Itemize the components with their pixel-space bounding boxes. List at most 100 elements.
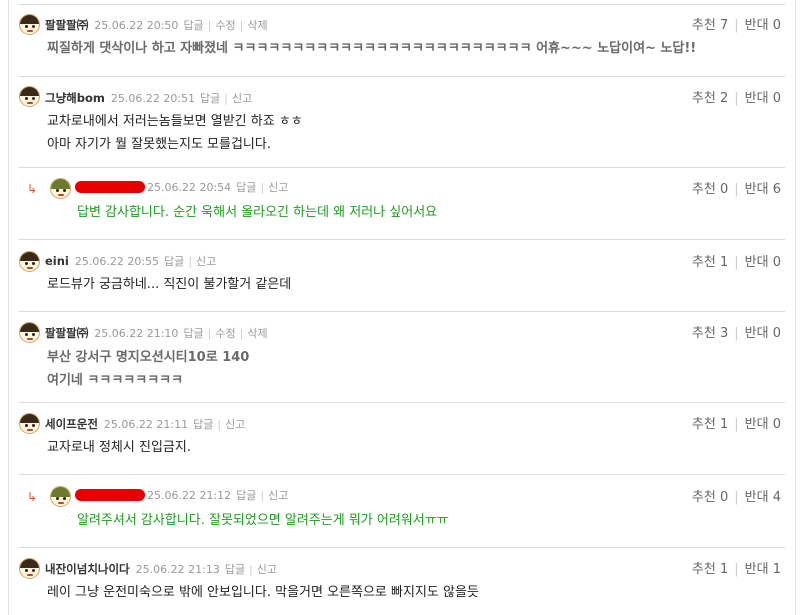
upvote-count: 0: [719, 182, 729, 197]
comment-text: 답변 감사합니다. 순간 욱해서 올라오긴 하는데 왜 저러나 싶어서요: [77, 205, 438, 220]
reply-link[interactable]: 답글: [236, 181, 256, 194]
upvote-count: 2: [719, 91, 729, 106]
author-nickname[interactable]: 그냥해bom: [45, 91, 105, 105]
upvote-label: 추천: [691, 255, 716, 270]
upvote-count: 0: [719, 490, 729, 505]
report-link[interactable]: 신고: [268, 181, 288, 194]
comment-date: 25.06.22 21:13: [135, 563, 220, 576]
upvote-count: 3: [719, 326, 729, 341]
comment-text: 아마 자기가 뭘 잘못했는지도 모를겁니다.: [47, 137, 271, 152]
downvote-label: 반대: [744, 91, 769, 106]
comment-text: 교자로내 정체시 진입금지.: [47, 440, 191, 455]
avatar[interactable]: [19, 86, 40, 107]
upvote-button[interactable]: 추천 3: [692, 326, 728, 341]
reply-link[interactable]: 답글: [225, 563, 245, 576]
comment-divider: [19, 402, 785, 403]
downvote-button[interactable]: 반대 4: [745, 490, 781, 505]
upvote-label: 추천: [691, 91, 716, 106]
downvote-button[interactable]: 반대 1: [745, 562, 781, 577]
comment-text: 교차로내에서 저러는놈들보면 열받긴 하죠 ㅎㅎ: [47, 114, 303, 129]
upvote-count: 1: [719, 562, 729, 577]
edit-link[interactable]: 수정: [215, 327, 235, 340]
reply-arrow-icon: ↳: [27, 490, 38, 504]
avatar[interactable]: [19, 322, 40, 343]
comment-text: 알려주셔서 감사합니다. 잘못되었으면 알려주는게 뭐가 어려워서ㅠㅠ: [77, 513, 449, 528]
comment-divider: [19, 239, 785, 240]
author-nickname[interactable]: eini: [45, 254, 69, 268]
reply-link[interactable]: 답글: [193, 418, 213, 431]
downvote-button[interactable]: 반대 0: [745, 91, 781, 106]
downvote-count: 0: [772, 326, 781, 341]
report-link[interactable]: 신고: [232, 92, 252, 105]
report-link[interactable]: 신고: [225, 418, 245, 431]
reply-link[interactable]: 답글: [236, 489, 256, 502]
avatar[interactable]: [50, 486, 71, 507]
upvote-count: 1: [719, 255, 729, 270]
upvote-label: 추천: [691, 182, 716, 197]
comment-date: 25.06.22 21:10: [94, 327, 179, 340]
downvote-label: 반대: [744, 182, 769, 197]
downvote-label: 반대: [744, 562, 769, 577]
reply-arrow-icon: ↳: [27, 182, 38, 196]
redacted-nickname: [75, 181, 145, 193]
delete-link[interactable]: 삭제: [247, 19, 267, 32]
downvote-button[interactable]: 반대 0: [745, 18, 781, 33]
avatar[interactable]: [19, 14, 40, 35]
downvote-button[interactable]: 반대 6: [745, 182, 781, 197]
edit-link[interactable]: 수정: [215, 19, 235, 32]
downvote-button[interactable]: 반대 0: [745, 255, 781, 270]
reply-link[interactable]: 답글: [164, 255, 184, 268]
avatar[interactable]: [19, 251, 40, 272]
avatar[interactable]: [19, 558, 40, 579]
reply-link[interactable]: 답글: [183, 327, 203, 340]
downvote-label: 반대: [744, 255, 769, 270]
upvote-button[interactable]: 추천 1: [692, 562, 728, 577]
comment-date: 25.06.22 21:11: [103, 418, 189, 431]
delete-link[interactable]: 삭제: [247, 327, 267, 340]
upvote-label: 추천: [691, 417, 716, 432]
reply-link[interactable]: 답글: [183, 19, 203, 32]
downvote-count: 0: [772, 91, 781, 106]
comment-date: 25.06.22 20:50: [94, 19, 179, 32]
report-link[interactable]: 신고: [268, 489, 288, 502]
comment-text: 여기네 ㅋㅋㅋㅋㅋㅋㅋㅋ: [47, 373, 184, 388]
upvote-button[interactable]: 추천 2: [692, 91, 728, 106]
comment-date: 25.06.22 20:55: [74, 255, 160, 268]
upvote-label: 추천: [691, 562, 716, 577]
downvote-count: 4: [772, 490, 781, 505]
comment-divider: [19, 547, 785, 548]
upvote-button[interactable]: 추천 1: [692, 255, 728, 270]
comment-date: 25.06.22 20:54: [147, 181, 232, 194]
author-nickname[interactable]: 팔팔팔㈜: [45, 326, 88, 340]
downvote-label: 반대: [744, 326, 769, 341]
upvote-button[interactable]: 추천 0: [692, 490, 728, 505]
comment-panel: 팔팔팔㈜ 25.06.22 20:50 답글 | 수정 | 삭제 추천 7 | 반대 0 찌질하…: [8, 0, 796, 615]
comment-text: 레이 그냥 운전미숙으로 밖에 안보입니다. 막을거면 오른쪽으로 빠지지도 않…: [47, 585, 479, 600]
avatar[interactable]: [50, 178, 71, 199]
downvote-count: 6: [772, 182, 781, 197]
upvote-label: 추천: [691, 326, 716, 341]
top-divider: [19, 4, 785, 5]
avatar[interactable]: [19, 413, 40, 434]
downvote-button[interactable]: 반대 0: [745, 326, 781, 341]
downvote-count: 1: [772, 562, 781, 577]
reply-link[interactable]: 답글: [200, 92, 220, 105]
upvote-button[interactable]: 추천 7: [692, 18, 728, 33]
comment-divider: [19, 167, 785, 168]
upvote-button[interactable]: 추천 0: [692, 182, 728, 197]
upvote-button[interactable]: 추천 1: [692, 417, 728, 432]
author-nickname[interactable]: 세이프운전: [45, 417, 98, 431]
author-nickname[interactable]: 팔팔팔㈜: [45, 18, 88, 32]
downvote-button[interactable]: 반대 0: [745, 417, 781, 432]
upvote-count: 1: [719, 417, 729, 432]
redacted-nickname: [75, 489, 145, 501]
comment-divider: [19, 474, 785, 475]
upvote-count: 7: [719, 18, 729, 33]
report-link[interactable]: 신고: [257, 563, 277, 576]
downvote-count: 0: [772, 18, 781, 33]
report-link[interactable]: 신고: [196, 255, 216, 268]
author-nickname[interactable]: 내잔이넘치나이다: [45, 562, 130, 576]
comment-date: 25.06.22 21:12: [147, 489, 232, 502]
downvote-count: 0: [772, 417, 781, 432]
downvote-label: 반대: [744, 417, 769, 432]
